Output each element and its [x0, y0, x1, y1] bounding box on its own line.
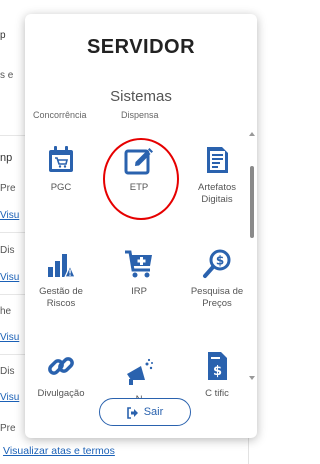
background-separator	[0, 294, 26, 295]
app-tile-artefatos-digitais[interactable]: Artefatos Digitais	[187, 144, 247, 206]
modal-subtitle: Sistemas	[110, 88, 172, 105]
app-tile-irp[interactable]: IRP	[109, 248, 169, 298]
cart-plus-icon	[123, 248, 155, 280]
app-tile-pgc[interactable]: PGC	[31, 144, 91, 194]
apps-grid: PGC ETP Artefatos Digitais Gestão de Ris…	[25, 104, 257, 398]
modal-title: SERVIDOR	[86, 36, 196, 58]
sign-out-icon	[126, 406, 139, 419]
sair-button[interactable]: Sair	[99, 398, 191, 426]
app-label: PGC	[50, 182, 72, 193]
app-tile-etp[interactable]: ETP	[109, 144, 169, 194]
app-label: IRP	[131, 286, 147, 297]
sair-label: Sair	[143, 406, 164, 418]
modal-scrollbar[interactable]	[249, 132, 255, 380]
app-label: ETP	[129, 182, 149, 193]
money-document-icon: $	[201, 350, 233, 382]
scroll-down-arrow-icon[interactable]	[249, 376, 255, 380]
app-label: Divulgação de	[37, 388, 85, 398]
scroll-up-arrow-icon[interactable]	[249, 132, 255, 136]
visualizar-atas-link[interactable]: Visualizar atas e termos	[3, 445, 115, 457]
price-search-icon: $	[201, 248, 233, 280]
risk-chart-icon	[45, 248, 77, 280]
app-tile-divulgacao[interactable]: Divulgação de	[31, 350, 91, 398]
app-label: C tific	[205, 388, 229, 398]
app-label: Pesquisa de Preços	[190, 286, 244, 309]
svg-text:$: $	[216, 254, 224, 268]
megaphone-icon	[123, 356, 155, 388]
edit-pencil-icon	[123, 144, 155, 176]
link-icon	[45, 350, 77, 382]
app-label: Artefatos Digitais	[197, 182, 237, 205]
app-tile-gestao-de-riscos[interactable]: Gestão de Riscos	[31, 248, 91, 310]
app-tile-pesquisa-de-precos[interactable]: $ Pesquisa de Preços	[187, 248, 247, 310]
svg-text:$: $	[213, 364, 222, 379]
app-label: Gestão de Riscos	[39, 286, 83, 309]
document-icon	[201, 144, 233, 176]
background-separator	[0, 232, 26, 233]
servidor-modal: SERVIDOR Sistemas Concorrência Dispensa …	[25, 14, 257, 438]
calendar-cart-icon	[45, 144, 77, 176]
scrollbar-thumb[interactable]	[250, 166, 254, 238]
app-tile-noticias[interactable]: N	[109, 356, 169, 398]
background-separator	[0, 354, 26, 355]
app-tile-certificados[interactable]: $ C tific	[187, 350, 247, 398]
